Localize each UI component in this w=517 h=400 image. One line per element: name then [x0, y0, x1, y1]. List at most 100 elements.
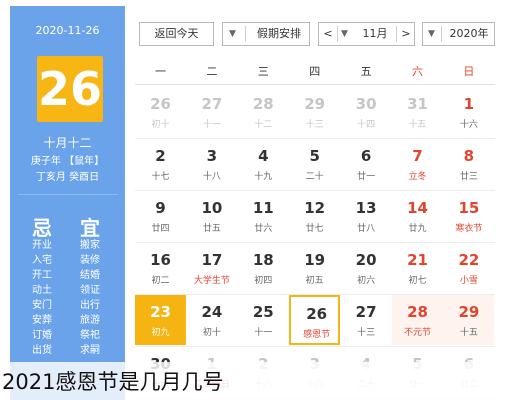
year-label: 2020年	[449, 27, 489, 40]
day-number: 24	[201, 303, 223, 321]
day-cell[interactable]: 15 寒衣节	[443, 191, 494, 241]
day-number: 10	[201, 199, 223, 217]
day-number: 31	[407, 95, 428, 113]
day-cell[interactable]: 4 十九	[238, 139, 289, 189]
day-cell[interactable]: 26 初十	[135, 87, 186, 137]
yi-item: 祭祀	[80, 330, 100, 341]
year-select[interactable]: ▼ 2020年	[422, 22, 495, 46]
month-label[interactable]: 11月	[355, 23, 395, 45]
day-number: 19	[304, 251, 326, 269]
day-cell[interactable]: 9 廿四	[135, 191, 186, 241]
big-day-number: 26	[37, 56, 103, 122]
day-cell[interactable]: 28 十二	[238, 87, 289, 137]
day-cell[interactable]: 5 二十	[289, 139, 340, 189]
day-cell[interactable]: 12 廿七	[289, 191, 340, 241]
day-cell[interactable]: 26 感恩节	[289, 295, 341, 345]
day-cell[interactable]: 27 十一	[186, 87, 237, 137]
lunar-label: 大学生节	[193, 276, 230, 286]
ji-title: 忌	[32, 216, 52, 240]
day-cell[interactable]: 24 初十	[186, 295, 237, 345]
day-cell[interactable]: 18 初四	[238, 243, 289, 293]
lunar-date: 十月十二	[43, 136, 92, 150]
day-number: 13	[355, 199, 377, 217]
day-number: 17	[201, 251, 223, 269]
chevron-down-icon: ▼	[428, 29, 435, 39]
lunar-label: 感恩节	[303, 330, 331, 340]
day-cell[interactable]: 23 初九	[135, 295, 186, 345]
lunar-label: 初二	[151, 276, 170, 286]
day-number: 21	[407, 251, 428, 269]
back-to-today-button[interactable]: 返回今天	[139, 22, 214, 46]
day-number: 4	[258, 147, 269, 165]
lunar-label: 廿七	[305, 224, 324, 234]
lunar-label: 十一	[254, 328, 273, 338]
lunar-label: 十七	[151, 172, 170, 182]
chevron-down-icon: ▼	[341, 29, 348, 39]
day-cell[interactable]: 22 小雪	[443, 243, 494, 293]
day-cell[interactable]: 14 廿九	[392, 191, 443, 241]
lunar-label: 十一	[202, 120, 221, 130]
day-cell[interactable]: 11 廿六	[238, 191, 289, 241]
day-number: 7	[412, 147, 423, 165]
day-number: 9	[155, 199, 166, 217]
day-number: 29	[458, 303, 480, 321]
prev-month-button[interactable]: <	[319, 23, 337, 45]
lunar-label: 十二	[254, 120, 273, 130]
day-cell[interactable]: 2 十七	[135, 139, 186, 189]
day-number: 3	[206, 147, 218, 165]
yi-item: 装修	[80, 255, 100, 266]
day-cell[interactable]: 29 十三	[289, 87, 340, 137]
day-number: 26	[150, 95, 171, 113]
day-cell[interactable]: 3 十八	[186, 139, 237, 189]
lunar-label: 立冬	[408, 172, 427, 182]
day-number: 30	[355, 95, 377, 113]
day-cell[interactable]: 30 十四	[341, 87, 392, 137]
weekday-label: 二	[206, 65, 218, 78]
day-number: 14	[407, 199, 428, 217]
day-number: 18	[252, 251, 274, 269]
day-number: 2	[155, 147, 166, 165]
day-cell[interactable]: 16 初二	[135, 243, 186, 293]
divider	[441, 26, 442, 42]
lunar-label: 二十	[305, 172, 324, 182]
day-cell[interactable]: 7 立冬	[392, 139, 443, 189]
holiday-select[interactable]: ▼ 假期安排	[222, 22, 310, 46]
day-cell[interactable]: 25 十一	[238, 295, 289, 345]
lunar-label: 初五	[305, 276, 324, 286]
yi-item: 搬家	[80, 240, 100, 251]
day-cell[interactable]: 28 不元节	[392, 295, 443, 345]
day-cell[interactable]: 1 十六	[443, 87, 494, 137]
lunar-label: 廿八	[357, 224, 376, 234]
month-navigator: < ▼ 11月 >	[318, 22, 415, 46]
day-cell[interactable]: 21 初七	[392, 243, 443, 293]
next-month-button[interactable]: >	[397, 23, 415, 45]
lunar-label: 不元节	[403, 328, 431, 338]
day-cell[interactable]: 6 廿一	[341, 139, 392, 189]
lunar-month-day: 丁亥月 癸酉日	[35, 172, 100, 183]
day-number: 8	[463, 147, 475, 165]
day-number: 12	[304, 199, 326, 217]
day-number: 1	[463, 95, 475, 113]
day-cell[interactable]: 10 廿五	[186, 191, 237, 241]
lunar-label: 初十	[202, 328, 221, 338]
caption-text: 2021感恩节是几月几号	[2, 370, 224, 394]
lunar-label: 廿三	[459, 172, 478, 182]
yi-title: 宜	[80, 216, 100, 240]
day-cell[interactable]: 20 初六	[341, 243, 392, 293]
lunar-label: 十九	[254, 172, 273, 182]
day-cell[interactable]: 27 十三	[341, 295, 392, 345]
lunar-label: 十六	[459, 120, 478, 130]
lunar-label: 十五	[408, 120, 427, 130]
selected-date: 2020-11-26	[35, 24, 100, 37]
day-cell[interactable]: 13 廿八	[341, 191, 392, 241]
yi-item: 领证	[80, 285, 100, 296]
holiday-select-label: 假期安排	[257, 27, 301, 40]
day-number: 27	[201, 95, 223, 113]
day-cell[interactable]: 8 廿三	[443, 139, 494, 189]
weekday-label: 三	[257, 65, 269, 78]
day-cell[interactable]: 31 十五	[392, 87, 443, 137]
weekday-label: 六	[412, 65, 423, 78]
day-cell[interactable]: 17 大学生节	[186, 243, 237, 293]
day-cell[interactable]: 29 十五	[443, 295, 495, 345]
day-cell[interactable]: 19 初五	[289, 243, 340, 293]
